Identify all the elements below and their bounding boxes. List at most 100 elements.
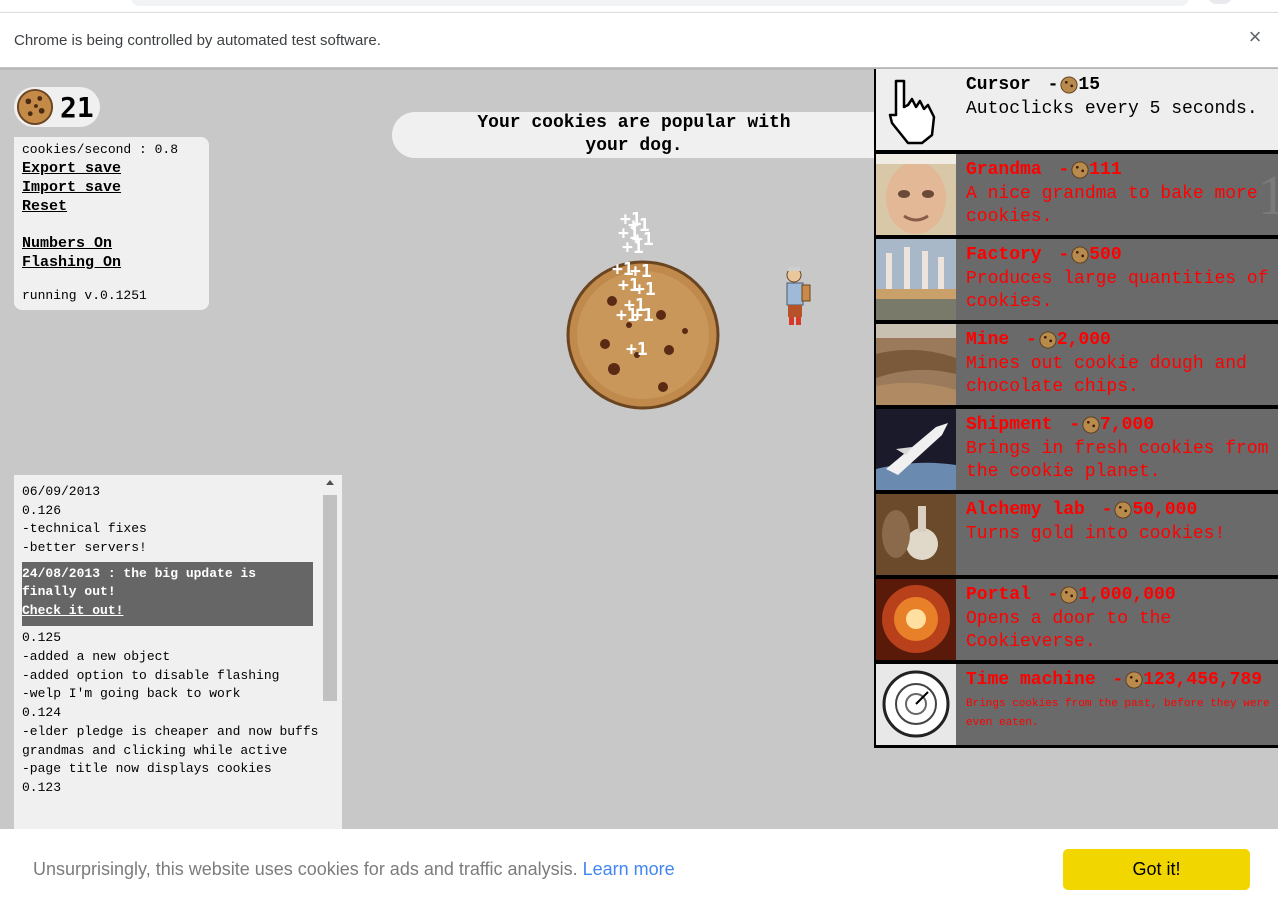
update-line: 0.123	[22, 779, 62, 795]
cookie-price-icon	[1082, 416, 1100, 434]
cookie-price-icon	[1071, 161, 1089, 179]
cookie-price-icon	[1071, 246, 1089, 264]
update-line: -technical fixes	[22, 521, 147, 537]
cookie-price-icon	[1060, 76, 1078, 94]
reset-link[interactable]: Reset	[22, 197, 201, 216]
close-icon[interactable]: ×	[1244, 26, 1266, 48]
store-item-grandma[interactable]: Grandma - 111 A nice grandma to bake mor…	[876, 154, 1278, 235]
infobar-message: Chrome is being controlled by automated …	[14, 32, 381, 49]
update-line: -better servers!	[22, 540, 147, 556]
store-item-factory[interactable]: Factory - 500 Produces large quantities …	[876, 239, 1278, 320]
cookies-per-second: cookies/second : 0.8	[22, 142, 179, 157]
store-item-title: Shipment - 7,000	[966, 415, 1155, 435]
store-item-title: Cursor - 15	[966, 75, 1101, 95]
portal-icon	[876, 579, 956, 660]
store-item-portal[interactable]: Portal - 1,000,000 Opens a door to the C…	[876, 579, 1278, 660]
store-item-shipment[interactable]: Shipment - 7,000 Brings in fresh cookies…	[876, 409, 1278, 490]
item-name: Grandma	[966, 160, 1042, 180]
item-price: 500	[1089, 245, 1122, 265]
item-price: 1,000,000	[1078, 585, 1176, 605]
factory-icon	[876, 239, 956, 320]
store-item-time-machine[interactable]: Time machine - 123,456,789 Brings cookie…	[876, 664, 1278, 745]
update-log[interactable]: 06/09/2013 0.126 -technical fixes -bette…	[14, 475, 342, 829]
item-name: Time machine	[966, 670, 1096, 690]
store-item-mine[interactable]: Mine - 2,000 Mines out cookie dough and …	[876, 324, 1278, 405]
update-line: -elder pledge is cheaper and now buffs g…	[22, 723, 319, 758]
consent-text: Unsurprisingly, this website uses cookie…	[33, 859, 578, 879]
item-name: Mine	[966, 330, 1010, 350]
address-bar[interactable]	[130, 0, 1190, 6]
got-it-button[interactable]: Got it!	[1063, 849, 1250, 890]
cookie-counter: 21	[14, 87, 100, 127]
store-item-cursor[interactable]: Cursor - 15 Autoclicks every 5 seconds.	[876, 69, 1278, 150]
item-price: 2,000	[1056, 330, 1111, 350]
consent-text-wrap: Unsurprisingly, this website uses cookie…	[33, 859, 675, 880]
update-line: 0.126	[22, 502, 62, 518]
update-line: 06/09/2013	[22, 484, 101, 499]
item-description: Autoclicks every 5 seconds.	[966, 99, 1258, 119]
click-particles: +1 +1 +1 +1 +1 +1 +1 +1 +1 +1 +1 +1 +1	[610, 209, 670, 429]
item-description: Brings cookies from the past, before the…	[966, 698, 1270, 729]
item-description: Brings in fresh cookies from the cookie …	[966, 439, 1269, 482]
grandma-icon	[876, 154, 956, 235]
profile-button[interactable]	[1208, 0, 1232, 4]
cookie-consent-banner: Unsurprisingly, this website uses cookie…	[0, 829, 1278, 910]
flashing-toggle-link[interactable]: Flashing On	[22, 253, 201, 272]
item-price: 7,000	[1100, 415, 1155, 435]
grandma-sprite	[786, 267, 811, 325]
store-panel: Cursor - 15 Autoclicks every 5 seconds. …	[874, 69, 1278, 748]
cursor-icon	[876, 69, 956, 150]
particle-text: +1	[626, 339, 648, 360]
item-description: Mines out cookie dough and chocolate chi…	[966, 354, 1247, 397]
shipment-icon	[876, 409, 956, 490]
owned-count: 1	[1258, 165, 1278, 227]
item-name: Cursor	[966, 75, 1031, 95]
store-item-title: Mine - 2,000	[966, 330, 1111, 350]
cookie-price-icon	[1060, 586, 1078, 604]
check-it-out-link[interactable]: Check it out!	[22, 602, 313, 621]
version-label: running v.0.1251	[22, 288, 147, 303]
news-text: Your cookies are popular with your dog.	[477, 113, 791, 156]
update-line: -added a new object	[22, 649, 171, 665]
numbers-toggle-link[interactable]: Numbers On	[22, 234, 201, 253]
item-description: Opens a door to the Cookieverse.	[966, 609, 1172, 652]
learn-more-link[interactable]: Learn more	[583, 859, 675, 879]
cookie-price-icon	[1114, 501, 1132, 519]
store-item-title: Alchemy lab - 50,000	[966, 500, 1198, 520]
update-line: 0.124	[22, 705, 62, 721]
update-line: 0.125	[22, 630, 62, 646]
mine-icon	[876, 324, 956, 405]
highlight-text: 24/08/2013 : the big update is finally o…	[22, 565, 257, 600]
store-item-title: Factory - 500	[966, 245, 1122, 265]
update-highlight: 24/08/2013 : the big update is finally o…	[22, 561, 313, 627]
update-line: -page title now displays cookies	[22, 761, 272, 777]
item-description: Turns gold into cookies!	[966, 524, 1226, 544]
item-price: 50,000	[1132, 500, 1198, 520]
store-item-title: Grandma - 111	[966, 160, 1122, 180]
store-item-title: Portal - 1,000,000	[966, 585, 1176, 605]
particle-text: +1	[632, 305, 654, 326]
item-name: Shipment	[966, 415, 1053, 435]
item-price: 15	[1078, 75, 1101, 95]
item-price: 111	[1089, 160, 1122, 180]
export-save-link[interactable]: Export save	[22, 159, 201, 178]
item-name: Factory	[966, 245, 1042, 265]
cookie-price-icon	[1039, 331, 1057, 349]
cookie-count: 21	[60, 90, 94, 124]
browser-top-strip	[0, 0, 1278, 12]
import-save-link[interactable]: Import save	[22, 178, 201, 197]
store-item-alchemy-lab[interactable]: Alchemy lab - 50,000 Turns gold into coo…	[876, 494, 1278, 575]
scroll-up-icon[interactable]	[326, 480, 334, 485]
item-name: Alchemy lab	[966, 500, 1085, 520]
time-machine-icon	[876, 664, 956, 745]
cookie-icon	[16, 88, 54, 126]
update-line: -added option to disable flashing	[22, 667, 280, 683]
scrollbar[interactable]	[323, 475, 340, 829]
item-name: Portal	[966, 585, 1031, 605]
item-description: A nice grandma to bake more cookies.	[966, 184, 1258, 227]
stats-panel: cookies/second : 0.8 Export save Import …	[14, 137, 209, 310]
scrollbar-thumb[interactable]	[323, 495, 337, 701]
store-item-title: Time machine - 123,456,789	[966, 670, 1263, 690]
update-line: -welp I'm going back to work	[22, 686, 241, 702]
automation-infobar: Chrome is being controlled by automated …	[0, 12, 1278, 68]
